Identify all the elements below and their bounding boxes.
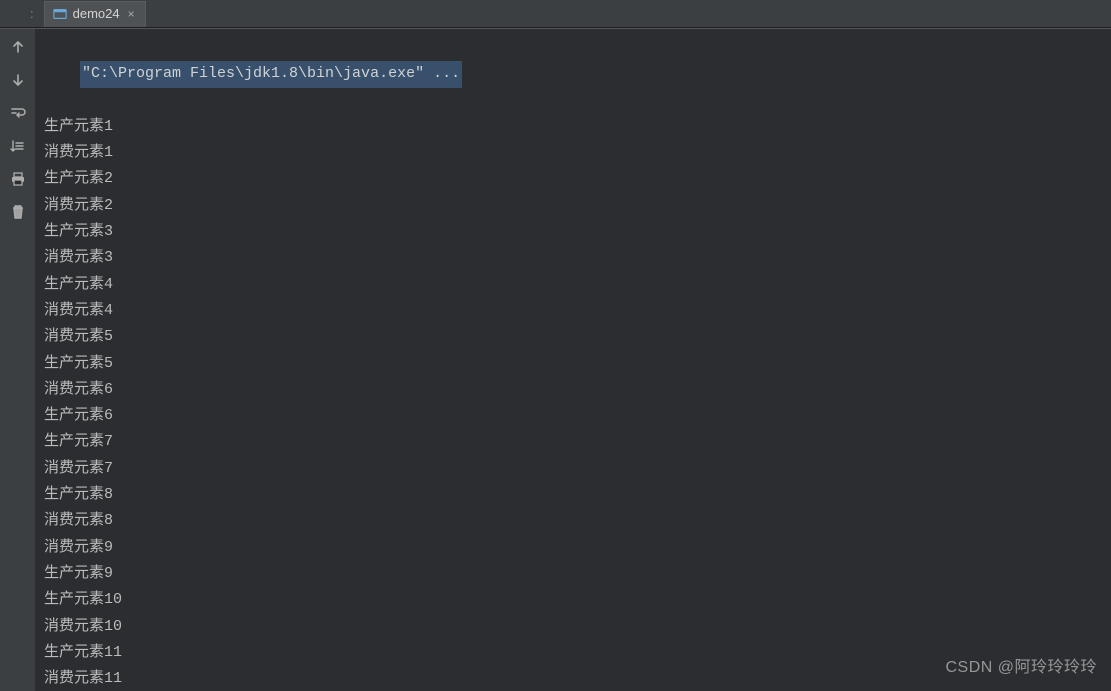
console-toolbar	[0, 29, 36, 691]
output-line: 消费元素11	[44, 666, 1103, 691]
scroll-up-icon[interactable]	[6, 37, 30, 57]
main-area: "C:\Program Files\jdk1.8\bin\java.exe" .…	[0, 28, 1111, 691]
output-line: 消费元素3	[44, 245, 1103, 271]
output-line: 消费元素1	[44, 140, 1103, 166]
output-line: 消费元素8	[44, 508, 1103, 534]
run-tab[interactable]: demo24 ×	[44, 1, 146, 27]
output-line: 生产元素5	[44, 351, 1103, 377]
scroll-down-icon[interactable]	[6, 70, 30, 90]
tab-title: demo24	[73, 6, 120, 21]
console-output[interactable]: "C:\Program Files\jdk1.8\bin\java.exe" .…	[36, 29, 1111, 691]
panel-label: :	[30, 6, 34, 21]
close-tab-icon[interactable]: ×	[126, 7, 137, 21]
output-line: 生产元素10	[44, 587, 1103, 613]
output-line: 消费元素4	[44, 298, 1103, 324]
output-line: 生产元素7	[44, 429, 1103, 455]
output-line: 消费元素9	[44, 535, 1103, 561]
tab-bar: : demo24 ×	[0, 0, 1111, 28]
scroll-to-end-icon[interactable]	[6, 136, 30, 156]
output-line: 生产元素9	[44, 561, 1103, 587]
output-line: 生产元素11	[44, 640, 1103, 666]
command-line: "C:\Program Files\jdk1.8\bin\java.exe" .…	[80, 61, 462, 87]
output-line: 消费元素6	[44, 377, 1103, 403]
soft-wrap-icon[interactable]	[6, 103, 30, 123]
application-icon	[53, 7, 67, 21]
output-line: 生产元素6	[44, 403, 1103, 429]
print-icon[interactable]	[6, 169, 30, 189]
output-line: 生产元素8	[44, 482, 1103, 508]
output-line: 消费元素5	[44, 324, 1103, 350]
output-line: 生产元素2	[44, 166, 1103, 192]
output-line: 生产元素4	[44, 272, 1103, 298]
output-line: 生产元素1	[44, 114, 1103, 140]
output-line: 生产元素3	[44, 219, 1103, 245]
output-lines: 生产元素1消费元素1生产元素2消费元素2生产元素3消费元素3生产元素4消费元素4…	[44, 114, 1103, 691]
output-line: 消费元素2	[44, 193, 1103, 219]
output-line: 消费元素10	[44, 614, 1103, 640]
clear-icon[interactable]	[6, 202, 30, 222]
output-line: 消费元素7	[44, 456, 1103, 482]
